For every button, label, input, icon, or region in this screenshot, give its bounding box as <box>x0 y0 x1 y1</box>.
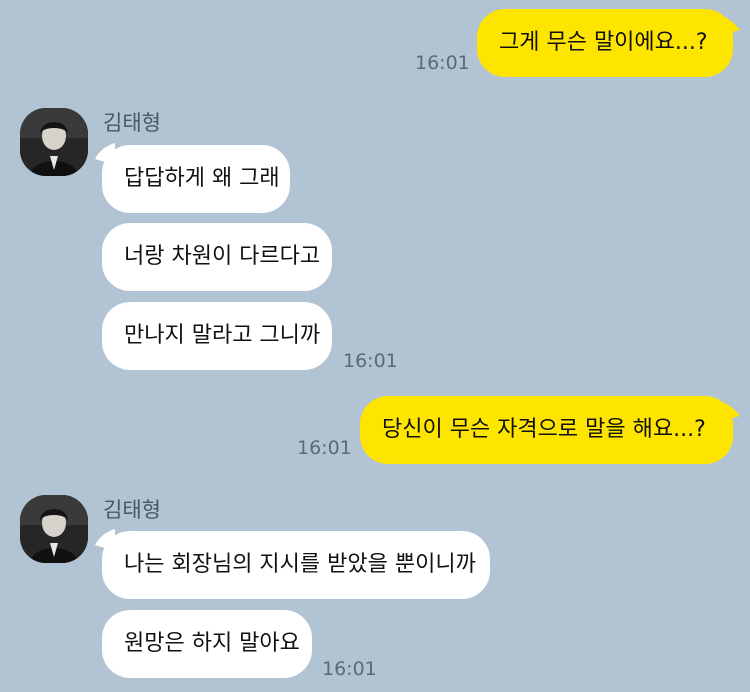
contact-avatar[interactable] <box>20 495 88 563</box>
sender-name: 김태형 <box>103 498 161 522</box>
timestamp: 16:01 <box>322 658 377 680</box>
their-message-bubble[interactable]: 답답하게 왜 그래 <box>102 145 290 213</box>
their-message-bubble[interactable]: 너랑 차원이 다르다고 <box>102 223 332 291</box>
my-message-bubble[interactable]: 당신이 무슨 자격으로 말을 해요...? <box>360 396 733 464</box>
their-message-bubble[interactable]: 나는 회장님의 지시를 받았을 뿐이니까 <box>102 531 490 599</box>
their-message-bubble[interactable]: 만나지 말라고 그니까 <box>102 302 332 370</box>
profile-photo-icon <box>20 108 88 176</box>
their-message-bubble[interactable]: 원망은 하지 말아요 <box>102 610 312 678</box>
timestamp: 16:01 <box>343 350 398 372</box>
sender-name: 김태형 <box>103 111 161 135</box>
timestamp: 16:01 <box>297 437 352 459</box>
timestamp: 16:01 <box>415 52 470 74</box>
contact-avatar[interactable] <box>20 108 88 176</box>
my-message-bubble[interactable]: 그게 무슨 말이에요...? <box>477 9 733 77</box>
profile-photo-icon <box>20 495 88 563</box>
